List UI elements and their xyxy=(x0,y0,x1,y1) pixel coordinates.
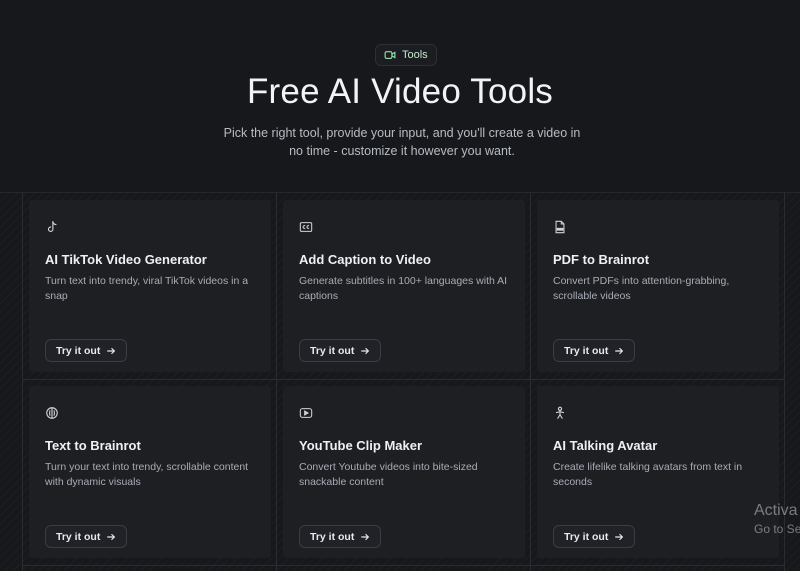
windows-activation-watermark: Activa Go to Se xyxy=(754,502,800,536)
tools-grid: AI TikTok Video Generator Turn text into… xyxy=(0,192,800,571)
try-it-out-button[interactable]: Try it out xyxy=(45,525,128,548)
person-avatar-icon xyxy=(553,406,567,420)
page-title: Free AI Video Tools xyxy=(246,72,554,111)
badge-label: Tools xyxy=(402,49,428,61)
arrow-right-icon xyxy=(615,347,624,354)
try-it-out-button[interactable]: Try it out xyxy=(299,525,382,548)
card-title: PDF to Brainrot xyxy=(553,252,650,267)
arrow-right-icon xyxy=(107,533,116,540)
tools-page: Tools Free AI Video Tools Pick the right… xyxy=(0,0,800,571)
video-camera-icon xyxy=(384,51,396,59)
button-label: Try it out xyxy=(310,344,355,357)
try-it-out-button[interactable]: Try it out xyxy=(553,525,636,548)
card-description: Generate subtitles in 100+ languages wit… xyxy=(299,275,508,302)
button-label: Try it out xyxy=(56,530,101,543)
tool-card-text-brainrot[interactable]: Text to Brainrot Turn your text into tre… xyxy=(29,386,271,558)
grid-divider xyxy=(22,193,23,571)
tool-card-caption[interactable]: Add Caption to Video Generate subtitles … xyxy=(283,200,525,372)
grid-divider xyxy=(276,193,277,571)
grid-divider xyxy=(22,565,784,566)
card-description: Turn your text into trendy, scrollable c… xyxy=(45,461,249,488)
tool-card-tiktok[interactable]: AI TikTok Video Generator Turn text into… xyxy=(29,200,271,372)
tool-card-talking-avatar[interactable]: AI Talking Avatar Create lifelike talkin… xyxy=(537,386,779,558)
arrow-right-icon xyxy=(361,533,370,540)
button-label: Try it out xyxy=(564,530,609,543)
closed-caption-icon xyxy=(299,220,313,234)
card-title: YouTube Clip Maker xyxy=(299,438,423,453)
watermark-line-1: Activa xyxy=(754,502,798,519)
card-title: Text to Brainrot xyxy=(45,438,141,453)
button-label: Try it out xyxy=(56,344,101,357)
card-description: Create lifelike talking avatars from tex… xyxy=(553,461,743,488)
pdf-file-icon xyxy=(553,220,567,234)
card-description: Convert PDFs into attention-grabbing, sc… xyxy=(553,275,730,302)
button-label: Try it out xyxy=(310,530,355,543)
tool-card-youtube-clip[interactable]: YouTube Clip Maker Convert Youtube video… xyxy=(283,386,525,558)
brain-icon xyxy=(45,406,59,420)
try-it-out-button[interactable]: Try it out xyxy=(45,339,128,362)
arrow-right-icon xyxy=(361,347,370,354)
watermark-line-2: Go to Se xyxy=(754,522,800,536)
try-it-out-button[interactable]: Try it out xyxy=(299,339,382,362)
tiktok-icon xyxy=(45,220,59,234)
grid-divider xyxy=(530,193,531,571)
grid-divider xyxy=(22,379,784,380)
card-title: AI TikTok Video Generator xyxy=(45,252,207,267)
card-title: Add Caption to Video xyxy=(299,252,431,267)
tools-badge: Tools xyxy=(375,44,437,66)
tool-card-pdf[interactable]: PDF to Brainrot Convert PDFs into attent… xyxy=(537,200,779,372)
try-it-out-button[interactable]: Try it out xyxy=(553,339,636,362)
card-description: Convert Youtube videos into bite-sized s… xyxy=(299,461,478,488)
arrow-right-icon xyxy=(107,347,116,354)
card-title: AI Talking Avatar xyxy=(553,438,658,453)
arrow-right-icon xyxy=(615,533,624,540)
button-label: Try it out xyxy=(564,344,609,357)
page-subtitle: Pick the right tool, provide your input,… xyxy=(223,126,581,158)
youtube-icon xyxy=(299,406,313,420)
card-description: Turn text into trendy, viral TikTok vide… xyxy=(45,275,249,302)
